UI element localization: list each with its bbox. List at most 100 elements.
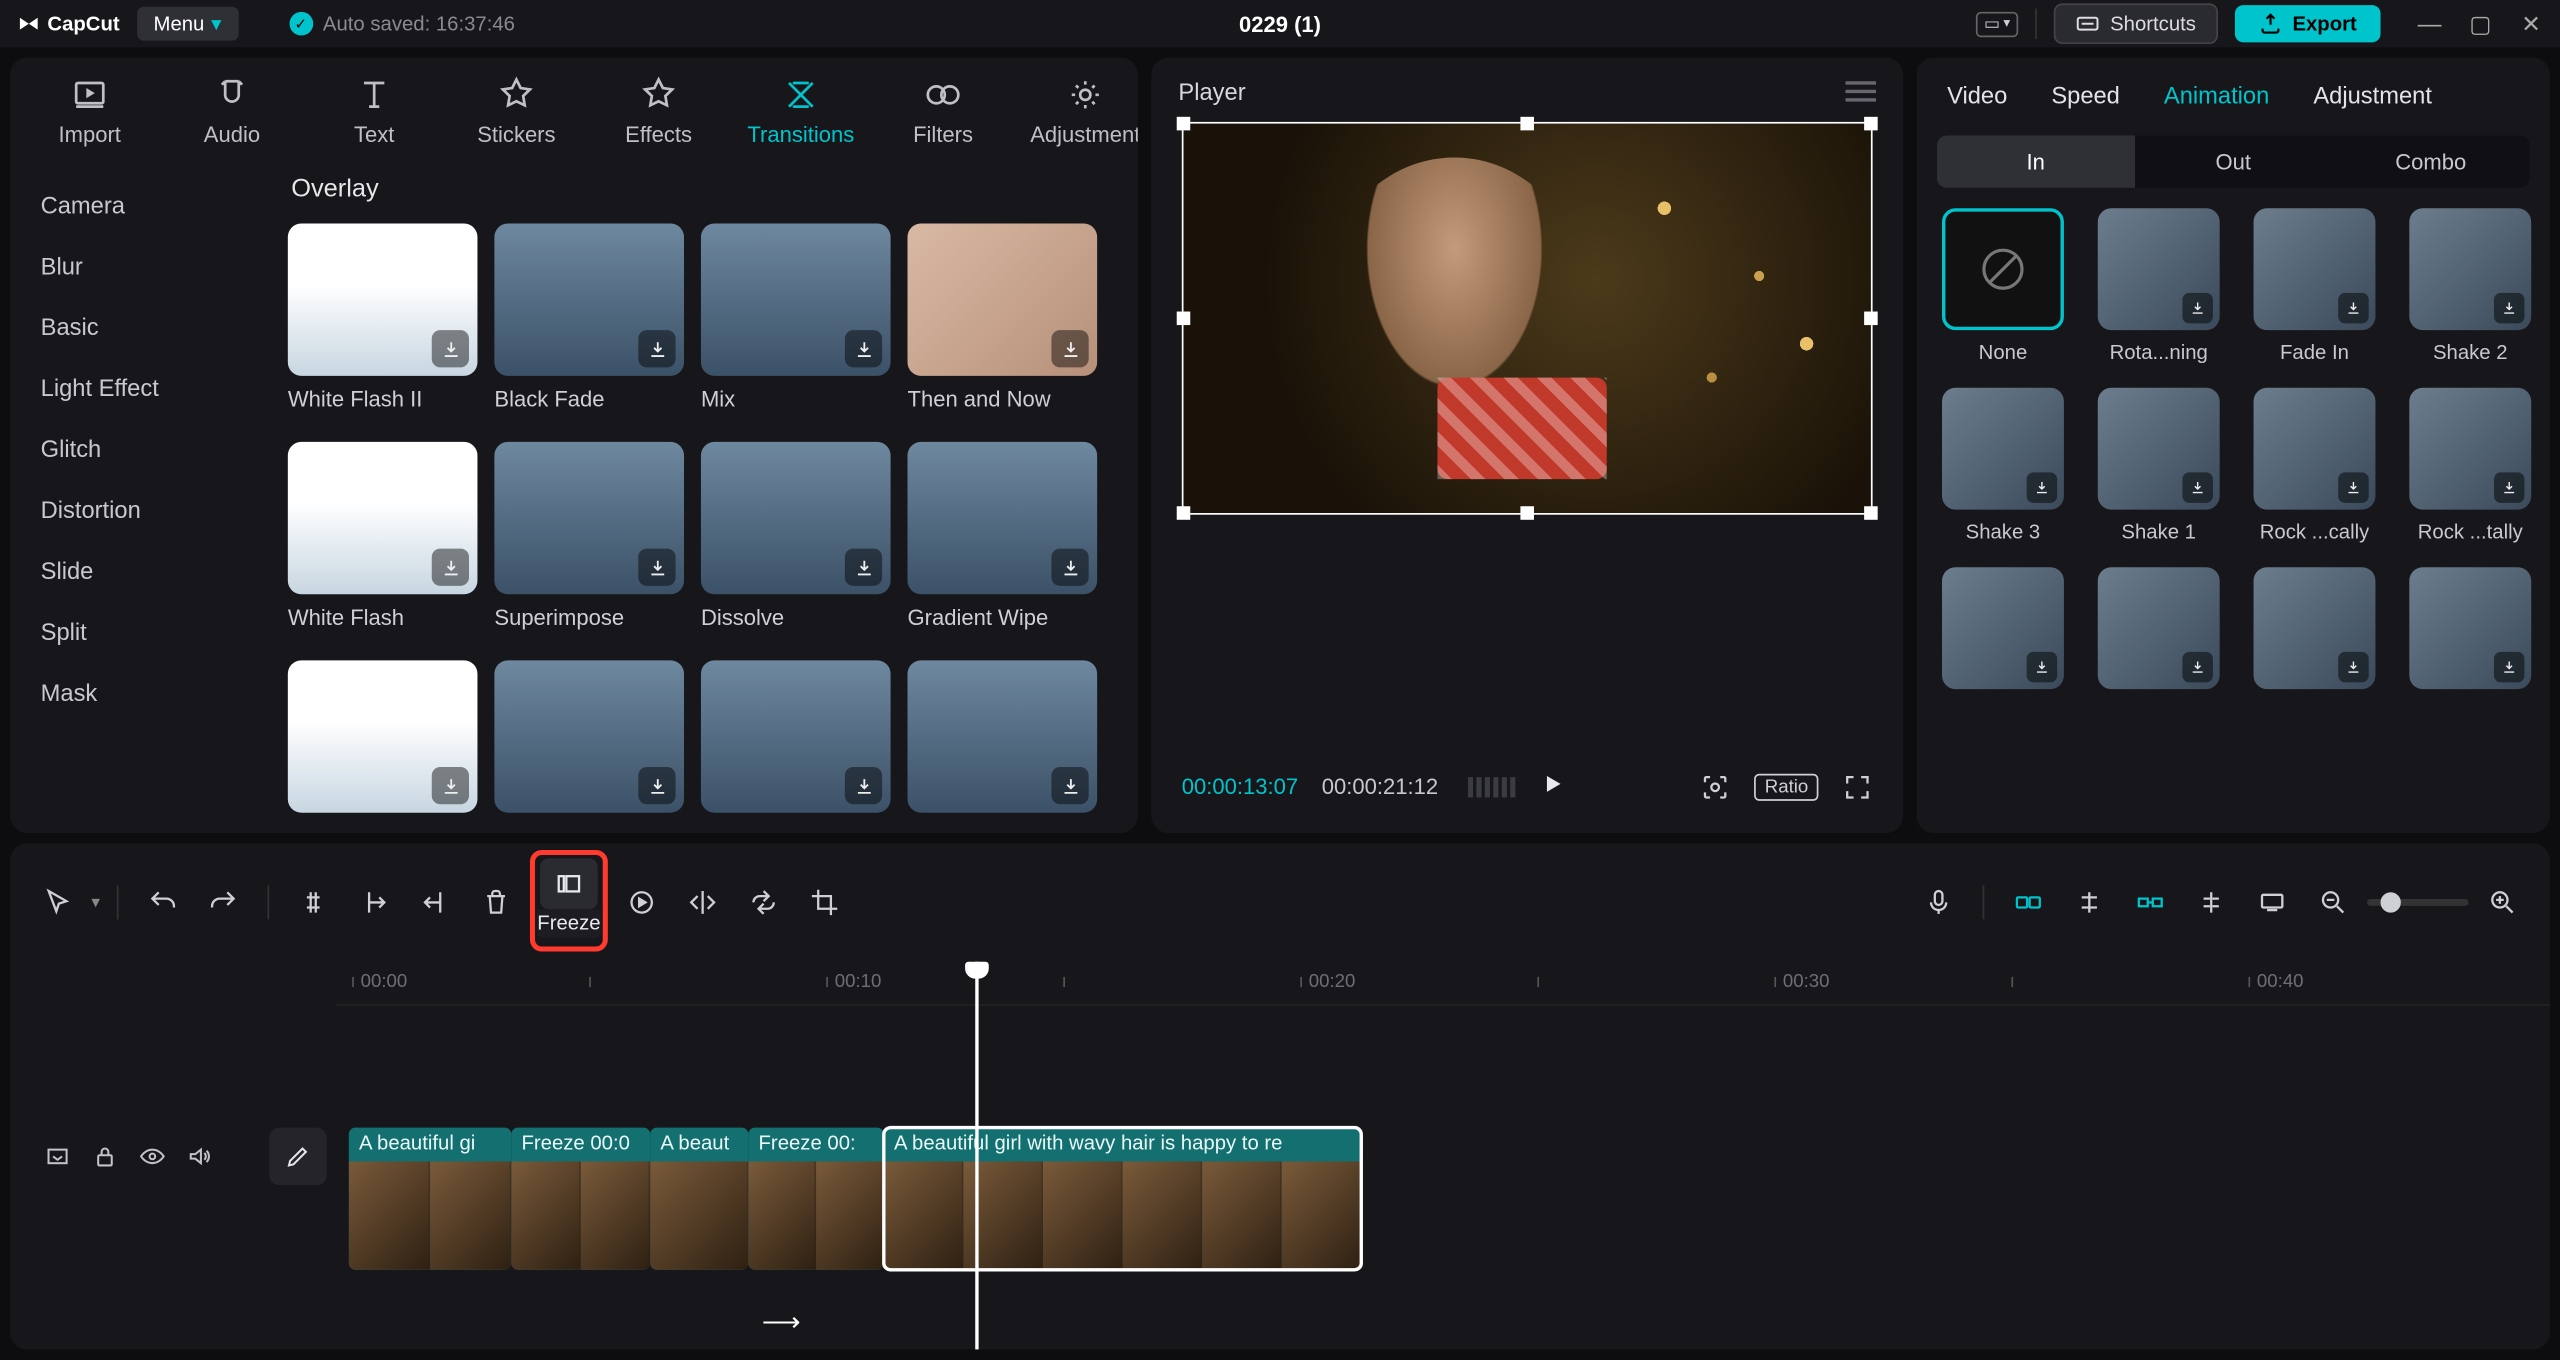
inspector-tab-speed[interactable]: Speed — [2051, 82, 2120, 109]
rotate-tool[interactable] — [737, 876, 791, 930]
inspector-tab-adjustment[interactable]: Adjustment — [2313, 82, 2432, 109]
animation-item[interactable] — [2404, 568, 2536, 700]
download-icon[interactable] — [1051, 549, 1088, 586]
ratio-button[interactable]: Ratio — [1755, 773, 1819, 800]
shortcuts-button[interactable]: Shortcuts — [2054, 4, 2218, 45]
top-tab-effects[interactable]: Effects — [589, 72, 728, 148]
split-tool[interactable] — [286, 876, 340, 930]
category-light-effect[interactable]: Light Effect — [10, 358, 264, 419]
crop-tool[interactable] — [798, 876, 852, 930]
timeline-clip[interactable]: A beaut — [650, 1128, 748, 1270]
download-icon[interactable] — [2027, 473, 2057, 503]
category-split[interactable]: Split — [10, 602, 264, 663]
transition-item[interactable] — [494, 661, 684, 824]
category-mask[interactable]: Mask — [10, 662, 264, 723]
download-icon[interactable] — [845, 767, 882, 804]
transition-item[interactable] — [701, 661, 891, 824]
redo-button[interactable] — [196, 876, 250, 930]
top-tab-audio[interactable]: Audio — [163, 72, 302, 148]
player-menu-icon[interactable] — [1846, 82, 1876, 102]
cursor-tool[interactable] — [30, 876, 84, 930]
download-icon[interactable] — [1051, 331, 1088, 368]
animation-item[interactable]: Fade In — [2248, 209, 2380, 365]
download-icon[interactable] — [638, 549, 675, 586]
top-tab-import[interactable]: Import — [20, 72, 159, 148]
delete-tool[interactable] — [469, 876, 523, 930]
window-maximize[interactable]: ▢ — [2469, 10, 2493, 39]
download-icon[interactable] — [638, 767, 675, 804]
player-viewport[interactable] — [1182, 122, 1873, 515]
export-button[interactable]: Export — [2235, 5, 2381, 42]
snap-icon[interactable] — [2062, 876, 2116, 930]
layout-icon[interactable]: ▭▾ — [1976, 11, 2019, 36]
download-icon[interactable] — [2494, 652, 2524, 682]
magnet-main-icon[interactable] — [2001, 876, 2055, 930]
window-minimize[interactable]: ― — [2418, 10, 2442, 39]
category-glitch[interactable]: Glitch — [10, 419, 264, 480]
category-camera[interactable]: Camera — [10, 175, 264, 236]
animation-item[interactable]: Rota...ning — [2093, 209, 2225, 365]
animation-item[interactable] — [2248, 568, 2380, 700]
menu-button[interactable]: Menu ▾ — [137, 7, 239, 41]
download-icon[interactable] — [2182, 652, 2212, 682]
undo-button[interactable] — [136, 876, 190, 930]
eye-icon[interactable] — [139, 1142, 166, 1169]
animation-subtab-combo[interactable]: Combo — [2332, 136, 2530, 188]
top-tab-adjustment[interactable]: Adjustment — [1016, 72, 1138, 148]
download-icon[interactable] — [2494, 473, 2524, 503]
timeline-clip[interactable]: Freeze 00:0 — [511, 1128, 650, 1270]
download-icon[interactable] — [2027, 652, 2057, 682]
scan-icon[interactable] — [1700, 772, 1730, 802]
timeline-ruler[interactable]: 00:0000:1000:2000:3000:40 — [335, 962, 2550, 1006]
category-distortion[interactable]: Distortion — [10, 480, 264, 541]
transition-item[interactable]: Superimpose — [494, 442, 684, 630]
mirror-tool[interactable] — [676, 876, 730, 930]
animation-item[interactable]: Rock ...tally — [2404, 388, 2536, 544]
inspector-tab-animation[interactable]: Animation — [2164, 82, 2269, 109]
download-icon[interactable] — [638, 331, 675, 368]
download-icon[interactable] — [2338, 473, 2368, 503]
animation-item[interactable]: Shake 1 — [2093, 388, 2225, 544]
lock-icon[interactable] — [91, 1142, 118, 1169]
trim-right-tool[interactable] — [408, 876, 462, 930]
zoom-slider[interactable] — [2367, 900, 2469, 907]
animation-subtab-in[interactable]: In — [1937, 136, 2135, 188]
download-icon[interactable] — [2494, 293, 2524, 323]
playhead[interactable] — [975, 962, 978, 1349]
mic-icon[interactable] — [1912, 876, 1966, 930]
top-tab-stickers[interactable]: Stickers — [447, 72, 586, 148]
timeline-tracks[interactable]: 00:0000:1000:2000:3000:40 A beautiful gi… — [335, 962, 2550, 1349]
window-close[interactable]: ✕ — [2519, 10, 2543, 39]
animation-item[interactable] — [1937, 568, 2069, 700]
timeline-clip[interactable]: Freeze 00: — [748, 1128, 883, 1270]
download-icon[interactable] — [845, 549, 882, 586]
transition-item[interactable]: Gradient Wipe — [908, 442, 1098, 630]
transition-item[interactable]: White Flash II — [288, 224, 478, 412]
download-icon[interactable] — [845, 331, 882, 368]
zoom-out-icon[interactable] — [2306, 876, 2360, 930]
fullscreen-icon[interactable] — [1842, 772, 1872, 802]
freeze-button-highlight[interactable]: Freeze — [530, 854, 608, 952]
category-slide[interactable]: Slide — [10, 541, 264, 602]
download-icon[interactable] — [2182, 473, 2212, 503]
transition-item[interactable]: Dissolve — [701, 442, 891, 630]
inspector-tab-video[interactable]: Video — [1947, 82, 2007, 109]
animation-item[interactable]: Shake 3 — [1937, 388, 2069, 544]
link-icon[interactable] — [2123, 876, 2177, 930]
transition-item[interactable] — [908, 661, 1098, 824]
timeline-clip[interactable]: A beautiful gi — [349, 1128, 512, 1270]
transition-item[interactable]: Mix — [701, 224, 891, 412]
download-icon[interactable] — [432, 331, 469, 368]
reverse-tool[interactable] — [615, 876, 669, 930]
download-icon[interactable] — [2338, 293, 2368, 323]
animation-item[interactable]: None — [1937, 209, 2069, 365]
animation-item[interactable] — [2093, 568, 2225, 700]
trim-left-tool[interactable] — [347, 876, 401, 930]
zoom-in-icon[interactable] — [2475, 876, 2529, 930]
transition-item[interactable] — [288, 661, 478, 824]
transition-item[interactable]: Then and Now — [908, 224, 1098, 412]
download-icon[interactable] — [432, 767, 469, 804]
mute-icon[interactable] — [186, 1142, 213, 1169]
timeline-clip[interactable]: A beautiful girl with wavy hair is happy… — [884, 1128, 1361, 1270]
preview-icon[interactable] — [2245, 876, 2299, 930]
